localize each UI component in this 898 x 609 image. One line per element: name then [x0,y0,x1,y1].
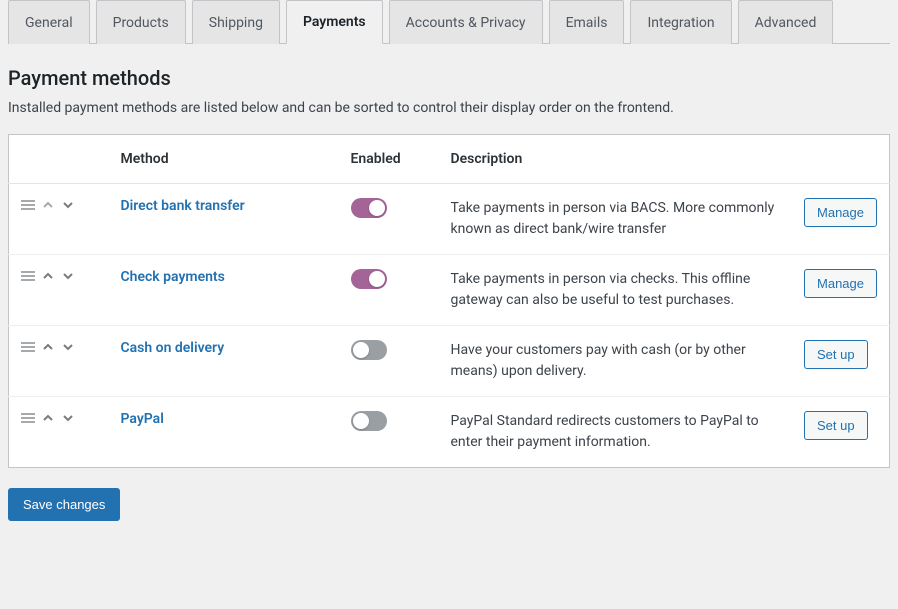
col-enabled: Enabled [339,135,439,184]
tab-emails[interactable]: Emails [549,0,625,44]
payment-methods-table: Method Enabled Description Direct bank t… [8,134,890,468]
move-down-icon[interactable] [61,269,75,283]
enabled-toggle[interactable] [351,340,387,360]
method-link[interactable]: Direct bank transfer [121,198,245,214]
tab-products[interactable]: Products [96,0,186,44]
move-down-icon[interactable] [61,411,75,425]
manage-button[interactable]: Manage [804,269,877,298]
tab-general[interactable]: General [8,0,90,44]
tab-accounts-privacy[interactable]: Accounts & Privacy [389,0,543,44]
enabled-toggle[interactable] [351,198,387,218]
move-down-icon[interactable] [61,198,75,212]
page-title: Payment methods [8,66,890,90]
method-link[interactable]: PayPal [121,411,164,427]
col-sort [9,135,109,184]
method-description: Take payments in person via BACS. More c… [439,184,793,255]
method-link[interactable]: Check payments [121,269,225,285]
tab-shipping[interactable]: Shipping [192,0,280,44]
tab-advanced[interactable]: Advanced [738,0,834,44]
manage-button[interactable]: Manage [804,198,877,227]
move-up-icon [41,198,55,212]
tab-payments[interactable]: Payments [286,0,383,44]
drag-handle-icon[interactable] [21,198,35,212]
col-description: Description [439,135,793,184]
method-link[interactable]: Cash on delivery [121,340,225,356]
move-up-icon[interactable] [41,269,55,283]
method-description: Take payments in person via checks. This… [439,255,793,326]
save-button[interactable]: Save changes [8,488,120,521]
move-up-icon[interactable] [41,340,55,354]
enabled-toggle[interactable] [351,269,387,289]
table-row: Check payments Take payments in person vi… [9,255,890,326]
col-method: Method [109,135,339,184]
settings-tabs: GeneralProductsShippingPaymentsAccounts … [8,0,890,44]
set-up-button[interactable]: Set up [804,340,868,369]
table-row: PayPal PayPal Standard redirects customer… [9,397,890,468]
method-description: PayPal Standard redirects customers to P… [439,397,793,468]
page-subtitle: Installed payment methods are listed bel… [8,100,890,116]
tab-integration[interactable]: Integration [630,0,731,44]
table-row: Cash on delivery Have your customers pay … [9,326,890,397]
set-up-button[interactable]: Set up [804,411,868,440]
table-row: Direct bank transfer Take payments in per… [9,184,890,255]
enabled-toggle[interactable] [351,411,387,431]
drag-handle-icon[interactable] [21,269,35,283]
drag-handle-icon[interactable] [21,340,35,354]
method-description: Have your customers pay with cash (or by… [439,326,793,397]
col-action [792,135,889,184]
move-down-icon[interactable] [61,340,75,354]
drag-handle-icon[interactable] [21,411,35,425]
move-up-icon[interactable] [41,411,55,425]
